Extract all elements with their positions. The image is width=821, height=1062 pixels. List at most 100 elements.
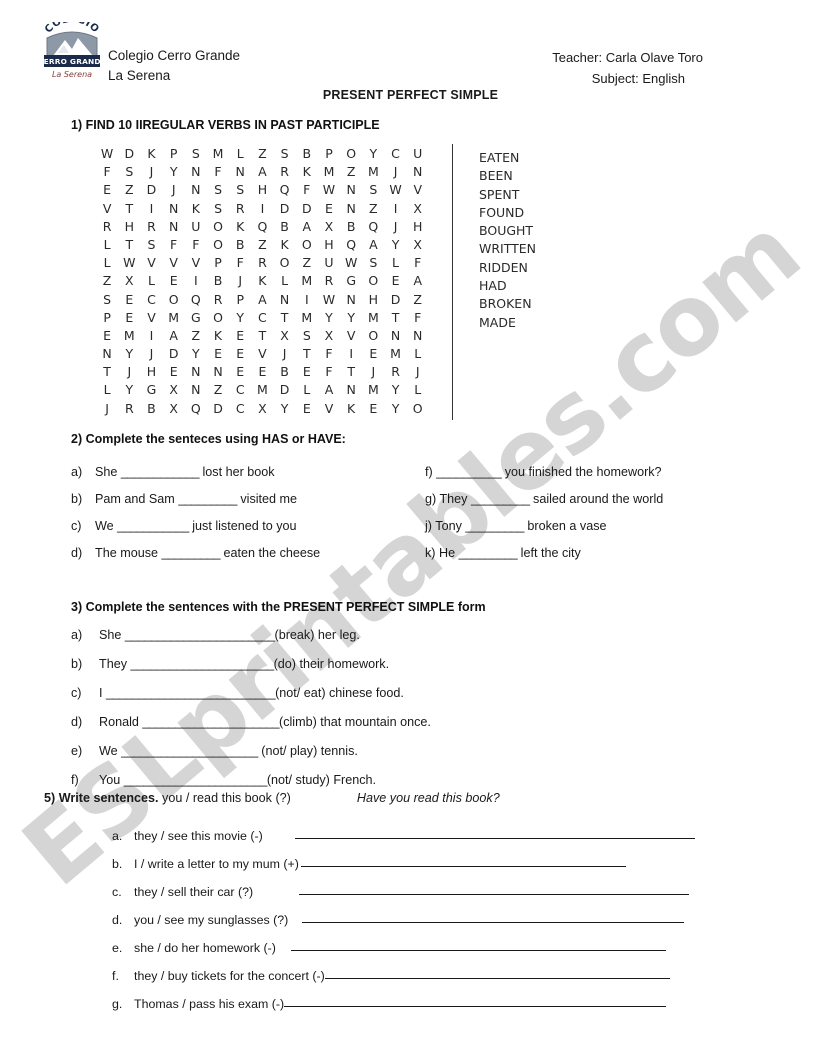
word-search-cell[interactable]: R	[251, 255, 273, 271]
word-search-cell[interactable]: F	[96, 164, 118, 180]
word-search-cell[interactable]: A	[296, 219, 318, 235]
word-search-cell[interactable]: L	[384, 255, 406, 271]
word-search-cell[interactable]: M	[163, 310, 185, 326]
word-search-cell[interactable]: N	[163, 219, 185, 235]
word-search-cell[interactable]: W	[118, 255, 140, 271]
word-search-cell[interactable]: O	[362, 328, 384, 344]
word-search-cell[interactable]: X	[163, 401, 185, 417]
word-search-cell[interactable]: M	[251, 382, 273, 398]
word-search-cell[interactable]: Y	[362, 146, 384, 162]
word-search-cell[interactable]: L	[229, 146, 251, 162]
word-search-cell[interactable]: A	[318, 382, 340, 398]
word-search-cell[interactable]: X	[407, 201, 429, 217]
word-search-cell[interactable]: Z	[207, 382, 229, 398]
word-search-cell[interactable]: V	[318, 401, 340, 417]
word-search-cell[interactable]: X	[251, 401, 273, 417]
word-search-cell[interactable]: G	[140, 382, 162, 398]
word-search-cell[interactable]	[429, 164, 451, 180]
word-search-cell[interactable]	[429, 292, 451, 308]
word-search-cell[interactable]: F	[407, 310, 429, 326]
word-search-cell[interactable]: C	[140, 292, 162, 308]
word-search-cell[interactable]: T	[96, 364, 118, 380]
word-search-cell[interactable]: Y	[118, 382, 140, 398]
word-search-cell[interactable]	[429, 201, 451, 217]
exercise-3-item-answer-blank[interactable]: _____________________	[121, 744, 258, 758]
word-search-cell[interactable]: O	[207, 237, 229, 253]
word-search-cell[interactable]: T	[340, 364, 362, 380]
word-search-cell[interactable]: J	[140, 164, 162, 180]
word-search-cell[interactable]: Q	[251, 219, 273, 235]
word-search-cell[interactable]: L	[140, 273, 162, 289]
word-search-cell[interactable]: V	[140, 255, 162, 271]
exercise-3-item-answer-blank[interactable]: __________________________	[106, 686, 276, 700]
word-search-cell[interactable]: R	[384, 364, 406, 380]
word-search-cell[interactable]: N	[340, 201, 362, 217]
word-search-cell[interactable]: B	[207, 273, 229, 289]
word-search-cell[interactable]: T	[118, 237, 140, 253]
word-search-cell[interactable]: K	[340, 401, 362, 417]
word-search-cell[interactable]: J	[163, 182, 185, 198]
word-search-cell[interactable]: W	[318, 292, 340, 308]
word-search-cell[interactable]: M	[362, 164, 384, 180]
word-search-cell[interactable]: A	[362, 237, 384, 253]
word-search-cell[interactable]: D	[163, 346, 185, 362]
word-search-cell[interactable]: M	[318, 164, 340, 180]
word-search-cell[interactable]: L	[96, 382, 118, 398]
word-search-cell[interactable]: E	[163, 273, 185, 289]
word-search-cell[interactable]: Q	[274, 182, 296, 198]
exercise-2-item-answer-blank[interactable]: _________	[178, 492, 237, 506]
word-search-cell[interactable]: N	[185, 364, 207, 380]
word-search-cell[interactable]: R	[207, 292, 229, 308]
exercise-2-item-answer-blank[interactable]: _________	[459, 546, 518, 560]
word-search-cell[interactable]: F	[407, 255, 429, 271]
word-search-cell[interactable]: R	[318, 273, 340, 289]
word-search-cell[interactable]: F	[229, 255, 251, 271]
word-search-cell[interactable]: S	[96, 292, 118, 308]
word-search-cell[interactable]: O	[163, 292, 185, 308]
word-search-cell[interactable]: Z	[118, 182, 140, 198]
word-search-cell[interactable]: Y	[185, 346, 207, 362]
word-search-cell[interactable]: M	[118, 328, 140, 344]
word-search-cell[interactable]: N	[207, 364, 229, 380]
word-search-cell[interactable]: H	[140, 364, 162, 380]
word-search-cell[interactable]: M	[296, 310, 318, 326]
word-search-cell[interactable]: S	[207, 182, 229, 198]
word-search-cell[interactable]: N	[407, 328, 429, 344]
exercise-2-item-answer-blank[interactable]: __________	[436, 465, 502, 479]
word-search-cell[interactable]	[429, 364, 451, 380]
word-search-cell[interactable]: V	[163, 255, 185, 271]
word-search-cell[interactable]: E	[296, 364, 318, 380]
word-search-cell[interactable]: L	[96, 237, 118, 253]
exercise-5-item-answer-line[interactable]	[284, 996, 667, 1007]
word-search-cell[interactable]: H	[251, 182, 273, 198]
word-search-cell[interactable]: X	[163, 382, 185, 398]
word-search-cell[interactable]: N	[384, 328, 406, 344]
word-search-cell[interactable]: S	[207, 201, 229, 217]
word-search-cell[interactable]: R	[96, 219, 118, 235]
word-search-cell[interactable]: Y	[163, 164, 185, 180]
word-search-cell[interactable]: Y	[318, 310, 340, 326]
word-search-cell[interactable]: N	[163, 201, 185, 217]
word-search-cell[interactable]: B	[340, 219, 362, 235]
word-search-cell[interactable]: O	[407, 401, 429, 417]
word-search-cell[interactable]: F	[185, 237, 207, 253]
word-search-cell[interactable]: O	[274, 255, 296, 271]
word-search-cell[interactable]: J	[274, 346, 296, 362]
word-search-cell[interactable]: D	[296, 201, 318, 217]
word-search-cell[interactable]: X	[318, 328, 340, 344]
word-search-cell[interactable]: M	[362, 310, 384, 326]
word-search-cell[interactable]: G	[185, 310, 207, 326]
word-search-cell[interactable]: I	[140, 328, 162, 344]
word-search-cell[interactable]: Q	[340, 237, 362, 253]
word-search-cell[interactable]: A	[251, 292, 273, 308]
word-search-cell[interactable]: S	[140, 237, 162, 253]
word-search-cell[interactable]: D	[274, 201, 296, 217]
word-search-cell[interactable]: M	[207, 146, 229, 162]
word-search-cell[interactable]: E	[118, 310, 140, 326]
word-search-cell[interactable]: O	[207, 310, 229, 326]
word-search-cell[interactable]	[429, 146, 451, 162]
word-search-cell[interactable]: S	[362, 255, 384, 271]
word-search-cell[interactable]: E	[296, 401, 318, 417]
word-search-cell[interactable]: C	[229, 382, 251, 398]
word-search-cell[interactable]: R	[229, 201, 251, 217]
